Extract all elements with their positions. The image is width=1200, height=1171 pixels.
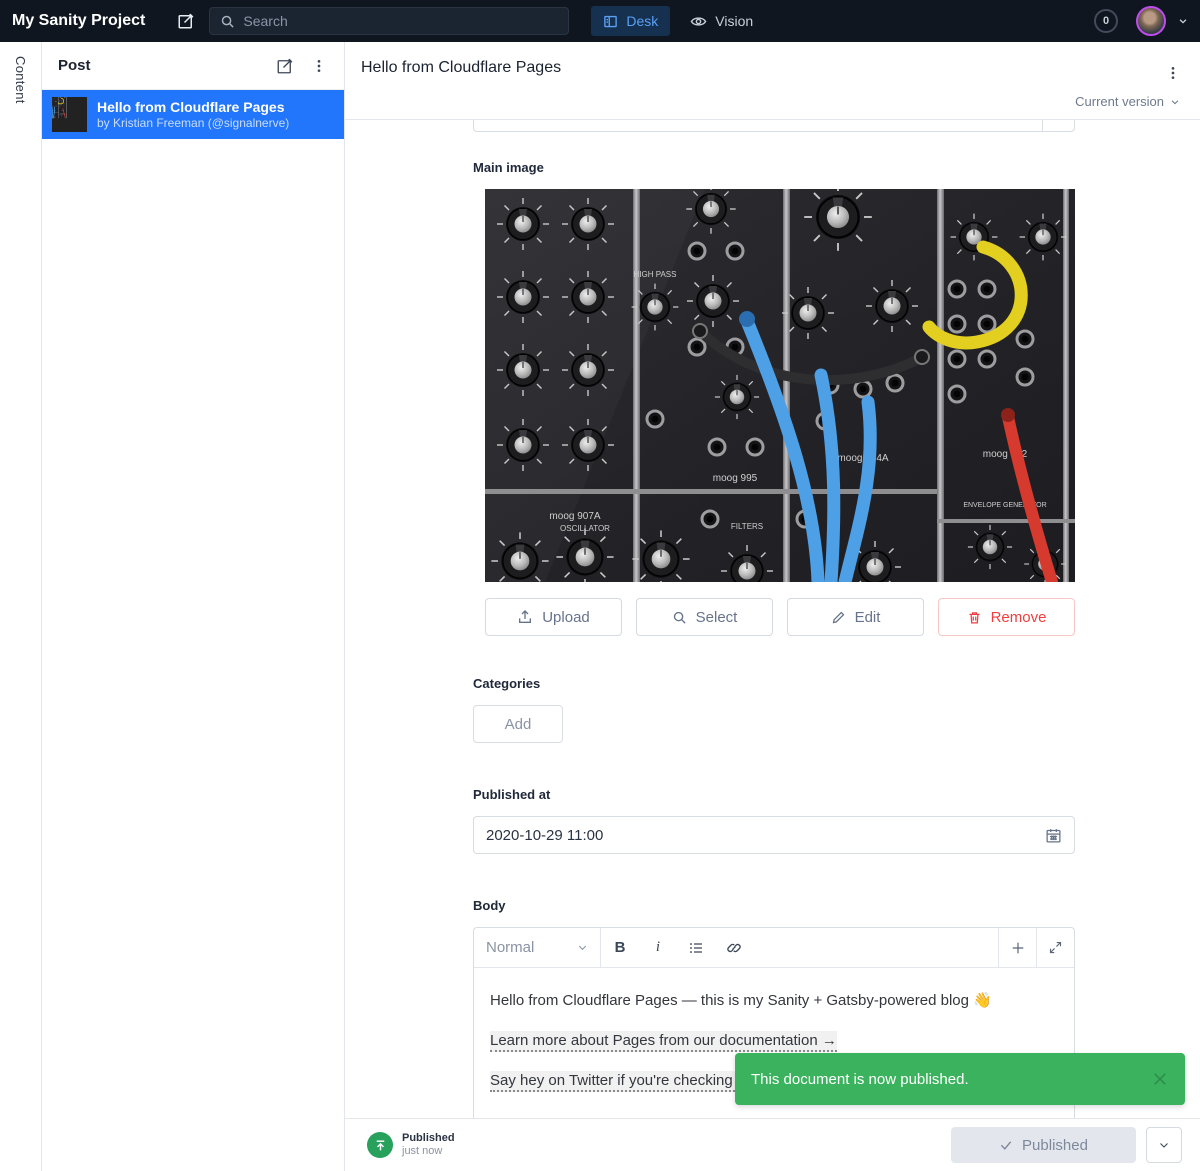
- create-new-document-button[interactable]: [268, 49, 302, 83]
- published-button[interactable]: Published: [951, 1127, 1136, 1163]
- chevron-down-icon: [1158, 1139, 1170, 1151]
- post-list-pane: Post Hello from Cloudflare Pages by Kris…: [42, 42, 345, 1171]
- search-bar[interactable]: [209, 7, 569, 35]
- chevron-down-icon: [1170, 97, 1180, 107]
- document-title: Hello from Cloudflare Pages: [361, 56, 1156, 77]
- select-button[interactable]: Select: [636, 598, 773, 636]
- content-pane-label: Content: [13, 56, 28, 1171]
- publish-status-title: Published: [402, 1132, 455, 1145]
- trash-icon: [967, 610, 982, 625]
- post-item-thumbnail: [52, 97, 87, 132]
- clipped-field-above[interactable]: [473, 120, 1075, 132]
- bullet-list-button[interactable]: [677, 928, 715, 967]
- version-selector[interactable]: Current version: [1075, 94, 1180, 109]
- body-paragraph: Hello from Cloudflare Pages — this is my…: [490, 990, 1058, 1012]
- upload-button-label: Upload: [542, 609, 590, 626]
- edit-button[interactable]: Edit: [787, 598, 924, 636]
- search-input[interactable]: [243, 13, 558, 29]
- compose-icon: [276, 57, 294, 75]
- content-pane-tab[interactable]: Content: [0, 42, 42, 1171]
- plus-icon: [1010, 940, 1026, 956]
- pane-title: Post: [58, 57, 268, 74]
- published-button-label: Published: [1022, 1137, 1088, 1154]
- expand-icon: [1048, 940, 1063, 955]
- desk-icon: [603, 14, 618, 29]
- close-icon[interactable]: [1151, 1070, 1169, 1088]
- document-header: Hello from Cloudflare Pages Current vers…: [345, 42, 1200, 120]
- project-title: My Sanity Project: [12, 12, 145, 30]
- publish-status-time: just now: [402, 1145, 455, 1158]
- post-item-subtitle: by Kristian Freeman (@signalnerve): [97, 116, 289, 131]
- editor-toolbar: Normal B i: [474, 928, 1074, 968]
- link-button[interactable]: [715, 928, 753, 967]
- categories-label: Categories: [473, 676, 1075, 691]
- compose-icon: [177, 12, 195, 30]
- chevron-down-icon: [577, 942, 588, 953]
- publish-toast: This document is now published.: [735, 1053, 1185, 1105]
- publish-status: Published just now: [367, 1132, 455, 1158]
- toast-message: This document is now published.: [751, 1071, 1151, 1088]
- expand-editor-button[interactable]: [1036, 928, 1074, 967]
- remove-button[interactable]: Remove: [938, 598, 1075, 636]
- publish-menu-button[interactable]: [1146, 1127, 1182, 1163]
- workspace: Content Post Hello from Cloudflare Pages: [0, 42, 1200, 1171]
- dots-vertical-icon: [311, 58, 327, 74]
- publish-icon: [367, 1132, 393, 1158]
- add-category-button[interactable]: Add: [473, 705, 563, 743]
- eye-icon: [690, 13, 707, 30]
- document-pane: Hello from Cloudflare Pages Current vers…: [345, 42, 1200, 1171]
- post-item-title: Hello from Cloudflare Pages: [97, 99, 289, 116]
- document-menu-button[interactable]: [1156, 56, 1190, 90]
- tab-vision[interactable]: Vision: [678, 6, 765, 36]
- document-footer: Published just now Published: [345, 1118, 1200, 1171]
- document-form-scroll: Main image Upload: [345, 120, 1200, 1171]
- avatar[interactable]: [1136, 6, 1166, 36]
- post-pane-header: Post: [42, 42, 344, 90]
- published-at-field: [473, 816, 1075, 854]
- bullet-list-icon: [688, 940, 704, 956]
- body-label: Body: [473, 898, 1075, 913]
- dots-vertical-icon: [1165, 65, 1181, 81]
- tab-desk-label: Desk: [626, 13, 658, 29]
- compose-button[interactable]: [171, 6, 201, 36]
- pane-menu-button[interactable]: [302, 49, 336, 83]
- select-button-label: Select: [696, 609, 738, 626]
- upload-button[interactable]: Upload: [485, 598, 622, 636]
- upload-icon: [517, 609, 533, 625]
- body-link: Learn more about Pages from our document…: [490, 1031, 837, 1052]
- published-at-label: Published at: [473, 787, 1075, 802]
- search-icon: [672, 610, 687, 625]
- link-icon: [726, 940, 742, 956]
- text-style-value: Normal: [486, 939, 569, 956]
- validation-badge[interactable]: 0: [1094, 9, 1118, 33]
- check-icon: [999, 1138, 1013, 1152]
- tab-vision-label: Vision: [715, 13, 753, 29]
- top-navbar: My Sanity Project Desk Vision 0: [0, 0, 1200, 42]
- text-style-select[interactable]: Normal: [474, 928, 601, 967]
- tab-desk[interactable]: Desk: [591, 6, 670, 36]
- remove-button-label: Remove: [991, 609, 1047, 626]
- edit-button-label: Edit: [855, 609, 881, 626]
- chevron-down-icon[interactable]: [1178, 16, 1188, 26]
- main-image-label: Main image: [473, 160, 1075, 175]
- calendar-icon[interactable]: [1045, 827, 1062, 844]
- search-icon: [220, 14, 235, 29]
- insert-block-button[interactable]: [998, 928, 1036, 967]
- post-list-item[interactable]: Hello from Cloudflare Pages by Kristian …: [42, 90, 344, 139]
- pencil-icon: [831, 610, 846, 625]
- bold-button[interactable]: B: [601, 928, 639, 967]
- published-at-input[interactable]: [486, 827, 1035, 844]
- italic-button[interactable]: i: [639, 928, 677, 967]
- main-image-preview[interactable]: [485, 189, 1075, 582]
- version-label: Current version: [1075, 94, 1164, 109]
